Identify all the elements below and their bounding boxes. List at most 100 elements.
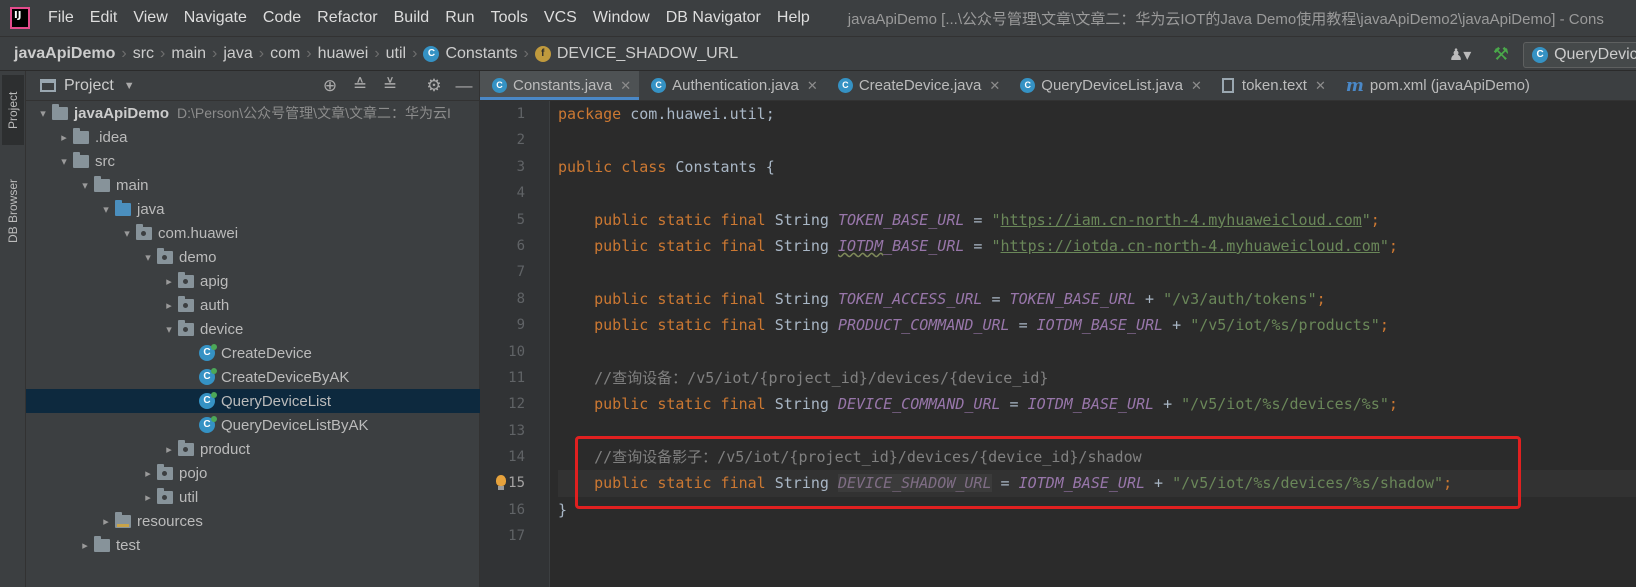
db-browser-tool-button[interactable]: DB Browser [2,163,24,258]
code-line[interactable] [558,523,1636,549]
lightbulb-icon[interactable] [494,473,508,493]
tree-node[interactable]: C CreateDeviceByAK [26,365,480,389]
collapse-arrow-icon[interactable]: ▸ [160,443,178,456]
code-line[interactable] [558,259,1636,285]
menu-item-tools[interactable]: Tools [483,0,536,36]
expand-arrow-icon[interactable]: ▾ [55,155,73,168]
code-line[interactable]: } [558,497,1636,523]
collapse-arrow-icon[interactable]: ▸ [55,131,73,144]
menu-item-navigate[interactable]: Navigate [176,0,255,36]
collapse-arrow-icon[interactable]: ▸ [76,539,94,552]
close-icon[interactable]: ✕ [1191,78,1202,94]
expand-arrow-icon[interactable]: ▾ [76,179,94,192]
tree-node[interactable]: ▾ main [26,173,480,197]
tree-node[interactable]: ▸ apig [26,269,480,293]
tree-node[interactable]: ▾ demo [26,245,480,269]
tree-node[interactable]: ▸ test [26,533,480,557]
tree-node[interactable]: ▾ device [26,317,480,341]
tree-node[interactable]: ▸ resources [26,509,480,533]
project-tool-button[interactable]: Project [2,75,24,145]
tree-node[interactable]: ▾ com.huawei [26,221,480,245]
build-hammer-icon[interactable]: ⚒ [1493,44,1509,65]
expand-arrow-icon[interactable]: ▾ [118,227,136,240]
menu-item-refactor[interactable]: Refactor [309,0,385,36]
menu-item-build[interactable]: Build [386,0,438,36]
code-line[interactable]: public static final String IOTDM_BASE_UR… [558,233,1636,259]
code-line[interactable]: public static final String TOKEN_ACCESS_… [558,286,1636,312]
breadcrumb-item[interactable]: src [127,45,160,63]
code-line[interactable]: public static final String DEVICE_COMMAN… [558,391,1636,417]
editor-tab[interactable]: C Constants.java ✕ [480,71,640,100]
menu-item-window[interactable]: Window [585,0,658,36]
code-line[interactable] [558,418,1636,444]
editor-tab[interactable]: C Authentication.java ✕ [639,71,826,100]
locate-file-icon[interactable]: ⊕ [315,76,345,96]
close-icon[interactable]: ✕ [1315,78,1326,94]
menu-item-view[interactable]: View [125,0,175,36]
code-area[interactable]: package com.huawei.util; public class Con… [496,101,1636,587]
collapse-arrow-icon[interactable]: ▸ [160,275,178,288]
close-icon[interactable]: ✕ [807,78,818,94]
editor-tab[interactable]: C QueryDeviceList.java ✕ [1008,71,1210,100]
tree-node[interactable]: ▾ javaApiDemo D:\Person\公众号管理\文章\文章二：华为云I [26,101,480,125]
breadcrumb-item[interactable]: main [165,45,212,63]
tree-node[interactable]: ▸ auth [26,293,480,317]
code-line[interactable] [558,339,1636,365]
breadcrumb-item[interactable]: C Constants [417,45,523,63]
tree-node[interactable]: C QueryDeviceList [26,389,480,413]
breadcrumb-item[interactable]: huawei [312,45,375,63]
breadcrumb-item[interactable]: f DEVICE_SHADOW_URL [529,45,744,63]
tree-node[interactable]: ▸ util [26,485,480,509]
code-line[interactable]: public static final String DEVICE_SHADOW… [496,470,1636,497]
collapse-arrow-icon[interactable]: ▸ [139,467,157,480]
breadcrumb-item[interactable]: java [217,45,258,63]
folder-icon [94,175,110,192]
run-configuration-select[interactable]: C QueryDeviceLis [1523,41,1636,68]
tree-node[interactable]: ▾ src [26,149,480,173]
code-line[interactable]: //查询设备：/v5/iot/{project_id}/devices/{dev… [558,365,1636,391]
close-icon[interactable]: ✕ [989,78,1000,94]
code-line[interactable]: package com.huawei.util; [558,101,1636,127]
expand-all-icon[interactable]: ≙ [345,76,375,96]
menu-item-run[interactable]: Run [437,0,482,36]
code-line[interactable] [558,127,1636,153]
collapse-arrow-icon[interactable]: ▸ [160,299,178,312]
menu-item-help[interactable]: Help [769,0,818,36]
menu-item-db-navigator[interactable]: DB Navigator [658,0,769,36]
breadcrumb-item[interactable]: com [264,45,306,63]
menu-item-edit[interactable]: Edit [82,0,126,36]
menu-item-vcs[interactable]: VCS [536,0,585,36]
chevron-down-icon[interactable]: ▼ [124,80,135,92]
menu-item-file[interactable]: File [40,0,82,36]
tree-node[interactable]: ▸ .idea [26,125,480,149]
close-icon[interactable]: ✕ [620,78,631,94]
expand-arrow-icon[interactable]: ▾ [160,323,178,336]
editor-tab[interactable]: token.text ✕ [1210,71,1334,100]
tree-node[interactable]: ▸ product [26,437,480,461]
collapse-arrow-icon[interactable]: ▸ [97,515,115,528]
code-line[interactable] [558,180,1636,206]
tree-node[interactable]: ▾ java [26,197,480,221]
collapse-all-icon[interactable]: ≚ [375,76,405,96]
editor-tab[interactable]: C CreateDevice.java ✕ [826,71,1008,100]
code-line[interactable]: public class Constants { [558,154,1636,180]
editor-tab[interactable]: m pom.xml (javaApiDemo) [1334,71,1538,100]
menu-item-code[interactable]: Code [255,0,309,36]
minimize-icon[interactable]: — [449,76,479,96]
breadcrumb-item[interactable]: util [380,45,412,63]
project-panel-title[interactable]: Project [64,77,114,95]
breadcrumb-item[interactable]: javaApiDemo [0,45,121,63]
code-line[interactable]: public static final String TOKEN_BASE_UR… [558,207,1636,233]
code-line[interactable]: //查询设备影子：/v5/iot/{project_id}/devices/{d… [558,444,1636,470]
expand-arrow-icon[interactable]: ▾ [34,107,52,120]
tree-node[interactable]: C QueryDeviceListByAK [26,413,480,437]
code-token: public static final [594,289,775,308]
gear-icon[interactable]: ⚙ [419,76,449,96]
collapse-arrow-icon[interactable]: ▸ [139,491,157,504]
expand-arrow-icon[interactable]: ▾ [97,203,115,216]
user-account-icon[interactable]: ♟▾ [1449,45,1475,65]
tree-node[interactable]: C CreateDevice [26,341,480,365]
expand-arrow-icon[interactable]: ▾ [139,251,157,264]
tree-node[interactable]: ▸ pojo [26,461,480,485]
code-line[interactable]: public static final String PRODUCT_COMMA… [558,312,1636,338]
